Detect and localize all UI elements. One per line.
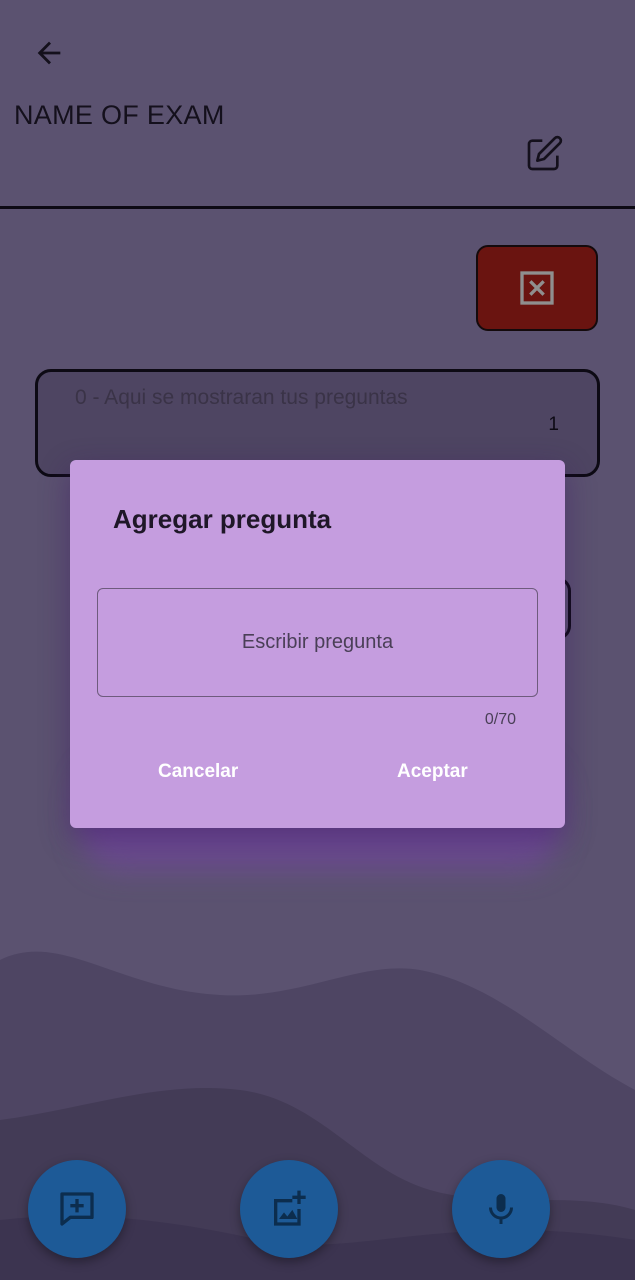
delete-button[interactable] bbox=[476, 245, 598, 331]
add-question-dialog: Agregar pregunta 0/70 Cancelar Aceptar bbox=[70, 460, 565, 828]
question-input[interactable] bbox=[97, 588, 538, 697]
add-image-button[interactable] bbox=[240, 1160, 338, 1258]
cancel-button[interactable]: Cancelar bbox=[142, 750, 254, 794]
close-box-icon bbox=[520, 271, 554, 305]
back-button[interactable] bbox=[28, 32, 70, 74]
exam-title: NAME OF EXAM bbox=[14, 100, 225, 130]
question-text: 0 - Aqui se mostraran tus preguntas bbox=[75, 386, 408, 409]
edit-title-button[interactable] bbox=[522, 132, 566, 176]
arrow-left-icon bbox=[37, 41, 61, 65]
question-number: 1 bbox=[548, 414, 559, 435]
character-counter: 0/70 bbox=[484, 711, 516, 728]
add-comment-icon bbox=[60, 1192, 94, 1226]
add-photo-icon bbox=[274, 1190, 306, 1226]
add-question-button[interactable] bbox=[28, 1160, 126, 1258]
record-audio-button[interactable] bbox=[452, 1160, 550, 1258]
accept-button[interactable]: Aceptar bbox=[381, 750, 484, 794]
app-bar: NAME OF EXAM bbox=[0, 0, 635, 209]
edit-square-icon bbox=[527, 135, 563, 171]
microphone-icon bbox=[489, 1194, 513, 1224]
dialog-title: Agregar pregunta bbox=[113, 504, 332, 534]
